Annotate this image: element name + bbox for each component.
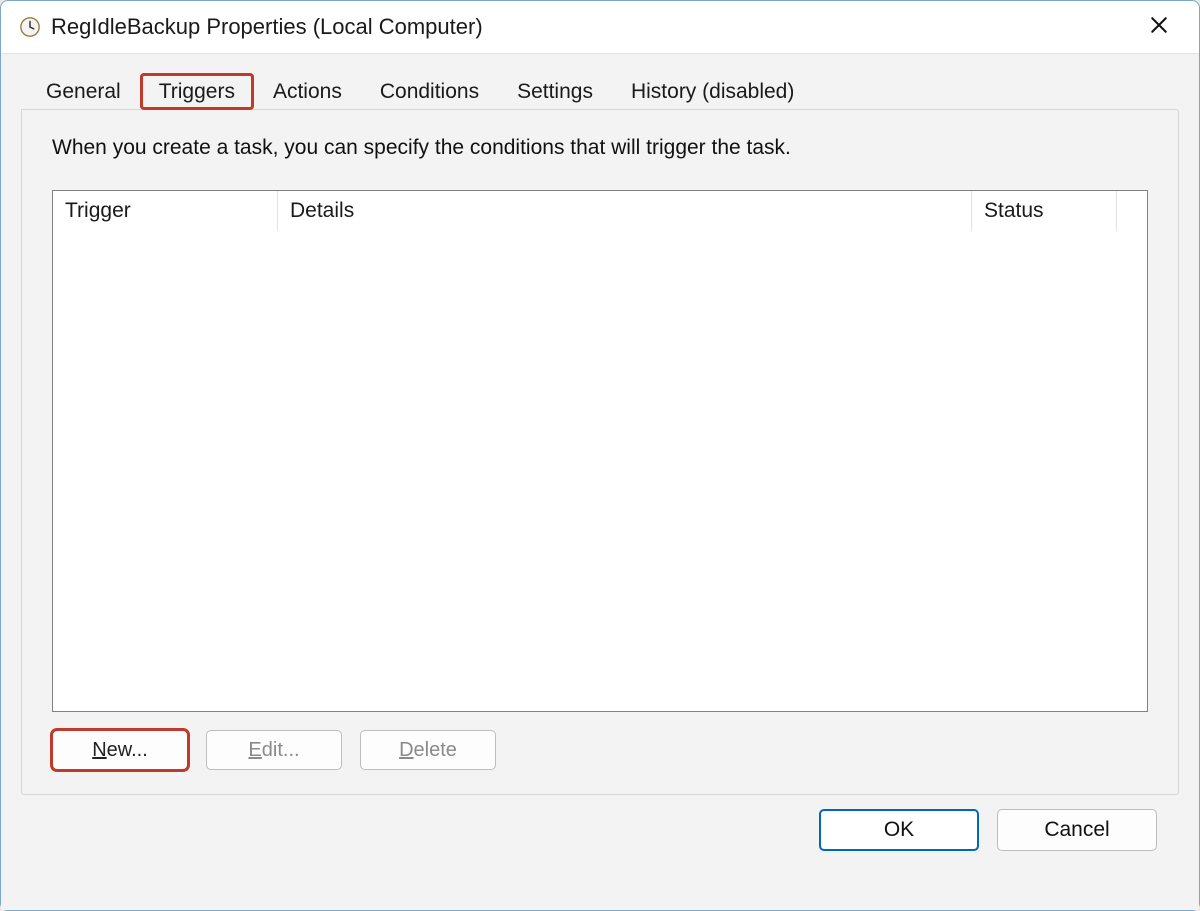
triggers-panel: When you create a task, you can specify … <box>21 109 1179 795</box>
new-trigger-label: New... <box>92 739 148 762</box>
close-icon <box>1150 16 1168 39</box>
column-header-status[interactable]: Status <box>972 191 1117 231</box>
tab-general[interactable]: General <box>27 73 140 110</box>
tab-settings[interactable]: Settings <box>498 73 612 110</box>
dialog-body: General Triggers Actions Conditions Sett… <box>1 53 1199 910</box>
close-button[interactable] <box>1137 9 1181 45</box>
delete-trigger-label: Delete <box>399 739 457 762</box>
tab-triggers[interactable]: Triggers <box>140 73 254 110</box>
column-header-details[interactable]: Details <box>278 191 972 231</box>
edit-trigger-button: Edit... <box>206 730 342 770</box>
triggers-table-body[interactable] <box>53 231 1147 711</box>
edit-trigger-label: Edit... <box>248 739 299 762</box>
ok-button[interactable]: OK <box>819 809 979 851</box>
triggers-table[interactable]: Trigger Details Status <box>52 190 1148 712</box>
dialog-footer: OK Cancel <box>21 795 1179 869</box>
tab-strip: General Triggers Actions Conditions Sett… <box>27 72 1179 109</box>
task-scheduler-icon <box>19 16 41 38</box>
new-trigger-button[interactable]: New... <box>52 730 188 770</box>
delete-trigger-button: Delete <box>360 730 496 770</box>
triggers-description: When you create a task, you can specify … <box>52 136 1148 160</box>
tab-history[interactable]: History (disabled) <box>612 73 813 110</box>
titlebar: RegIdleBackup Properties (Local Computer… <box>1 1 1199 53</box>
column-header-trigger[interactable]: Trigger <box>53 191 278 231</box>
tab-conditions[interactable]: Conditions <box>361 73 498 110</box>
triggers-button-row: New... Edit... Delete <box>52 730 1148 770</box>
cancel-button[interactable]: Cancel <box>997 809 1157 851</box>
window-title: RegIdleBackup Properties (Local Computer… <box>51 14 483 40</box>
titlebar-left: RegIdleBackup Properties (Local Computer… <box>19 14 483 40</box>
tab-actions[interactable]: Actions <box>254 73 361 110</box>
triggers-table-header: Trigger Details Status <box>53 191 1147 231</box>
column-header-extra <box>1117 191 1147 231</box>
dialog-window: RegIdleBackup Properties (Local Computer… <box>0 0 1200 911</box>
